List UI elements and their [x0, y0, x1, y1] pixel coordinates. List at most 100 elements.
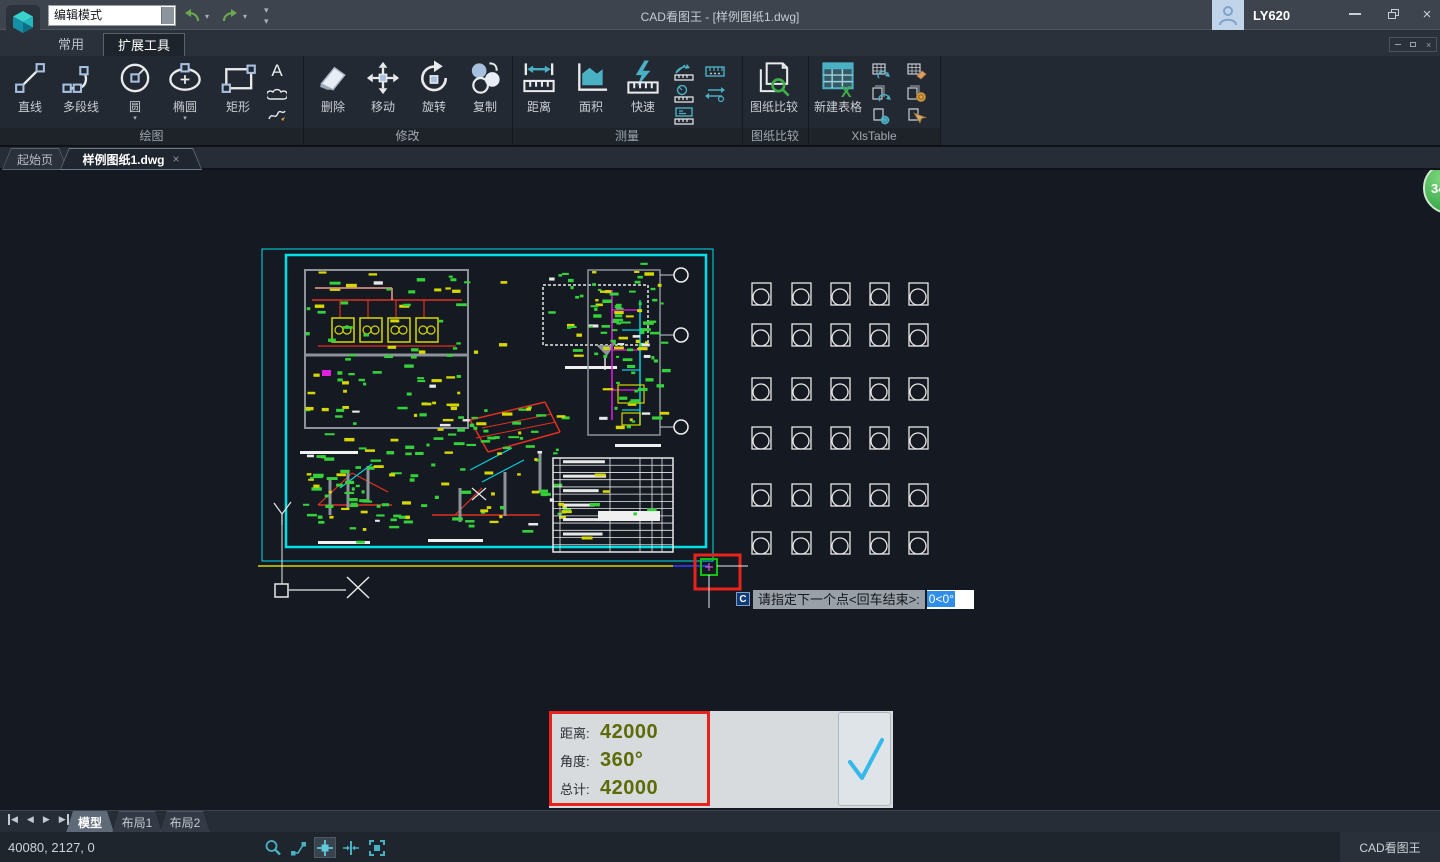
- sheets-pro-button[interactable]: [904, 83, 930, 105]
- table-erase-button[interactable]: [904, 61, 930, 83]
- rectangle-button[interactable]: 矩形: [213, 59, 263, 127]
- text-button[interactable]: A: [264, 60, 290, 82]
- doc-minimize-icon[interactable]: [1395, 44, 1401, 46]
- tab-layout2[interactable]: 布局2: [160, 811, 210, 833]
- prompt-text: 请指定下一个点<回车结束>:: [753, 590, 925, 609]
- tab-drawing[interactable]: 样例图纸1.dwg ×: [60, 148, 202, 170]
- app-name-label: CAD看图王: [1340, 832, 1440, 862]
- nav-first-icon[interactable]: ◀: [8, 814, 18, 825]
- document-window-controls: ×: [1389, 37, 1437, 52]
- polyline-button[interactable]: 多段线: [56, 59, 106, 127]
- snap-mode-icon[interactable]: [340, 837, 362, 858]
- svg-text:X: X: [841, 83, 852, 97]
- erase-button[interactable]: 删除: [308, 59, 358, 127]
- text-icon: A: [271, 61, 282, 81]
- document-tab-bar: 起始页 样例图纸1.dwg ×: [0, 147, 1440, 170]
- doc-close-icon[interactable]: ×: [1426, 40, 1431, 50]
- distance-label: 距离:: [560, 723, 600, 742]
- tab-home[interactable]: 常用: [44, 33, 98, 56]
- table-update-button[interactable]: [869, 61, 895, 83]
- coordinate-list-button[interactable]: [671, 105, 697, 127]
- person-icon: [1218, 4, 1238, 26]
- area-button[interactable]: 面积: [566, 59, 616, 127]
- circle-button[interactable]: 圆 ▾: [110, 59, 160, 127]
- ribbon-tab-row: 常用 扩展工具: [0, 30, 1440, 56]
- area-icon: [571, 59, 611, 97]
- distance-button[interactable]: 距离: [514, 59, 564, 127]
- circle-dropdown-icon[interactable]: ▾: [133, 115, 137, 122]
- nav-last-icon[interactable]: ▶: [59, 814, 69, 825]
- angle-row: 角度: 360°: [560, 749, 707, 772]
- rectangle-button-label: 矩形: [226, 98, 250, 115]
- move-button[interactable]: 移动: [358, 59, 408, 127]
- ruler-button[interactable]: [702, 61, 728, 83]
- doc-restore-icon[interactable]: [1410, 42, 1416, 47]
- copy-button[interactable]: 复制: [460, 59, 510, 127]
- confirm-button[interactable]: [838, 712, 891, 806]
- cad-viewer-window: 编辑模式 ▾ ▾ ▾▾ CAD看图王 - [样例图纸1.dwg] LY620: [0, 0, 1440, 862]
- ellipse-button-label: 椭圆: [173, 98, 197, 115]
- move-icon: [365, 59, 401, 97]
- group-label-measure: 测量: [512, 129, 742, 145]
- quick-measure-icon: [623, 59, 663, 97]
- drawing-compare-icon: [754, 59, 794, 97]
- freehand-button[interactable]: [264, 104, 290, 126]
- crosshair-mode-icon[interactable]: [314, 837, 336, 858]
- circle-icon: [117, 59, 153, 97]
- sheets-update-icon: [871, 85, 893, 103]
- tab-start-page[interactable]: 起始页: [2, 148, 68, 170]
- revision-cloud-button[interactable]: [264, 83, 290, 105]
- measure-result-panel: 距离: 42000 角度: 360° 总计: 42000: [549, 711, 893, 808]
- copy-button-label: 复制: [473, 98, 497, 115]
- tab-extended-tools[interactable]: 扩展工具: [103, 33, 185, 56]
- tab-layout1[interactable]: 布局1: [112, 811, 162, 833]
- group-label-modify: 修改: [303, 129, 512, 145]
- zoom-icon[interactable]: [262, 837, 284, 858]
- table-settings-button[interactable]: [869, 105, 895, 127]
- measure-result-highlight: 距离: 42000 角度: 360° 总计: 42000: [549, 711, 710, 806]
- quick-measure-button[interactable]: 快速: [618, 59, 668, 127]
- layout-tab-bar: ◀ ◀ ▶ ▶ 模型 布局1 布局2: [0, 810, 1440, 832]
- nav-next-icon[interactable]: ▶: [43, 814, 50, 825]
- username-label: LY620: [1253, 8, 1290, 23]
- distance-row: 距离: 42000: [560, 721, 707, 744]
- tab-model[interactable]: 模型: [66, 811, 114, 833]
- table-settings-icon: [871, 107, 893, 125]
- rotate-icon: [416, 59, 452, 97]
- table-erase-icon: [906, 63, 928, 81]
- fullscreen-icon[interactable]: [366, 837, 388, 858]
- minimize-button[interactable]: [1338, 0, 1372, 28]
- drawing-compare-button-label: 图纸比较: [750, 98, 798, 115]
- arc-measure-button[interactable]: [671, 83, 697, 105]
- arc-measure-icon: [673, 85, 695, 103]
- angle-measure-button[interactable]: [671, 61, 697, 83]
- close-button[interactable]: ×: [1410, 0, 1440, 28]
- app-logo: [6, 5, 40, 39]
- table-update-icon: [871, 63, 893, 81]
- table-pick-button[interactable]: [904, 105, 930, 127]
- total-label: 总计:: [560, 779, 600, 798]
- drawing-canvas[interactable]: 34 C 请指定下一个点<回车结束>: 0<0° 距离: 42000 角度: 3…: [0, 170, 1440, 810]
- user-avatar[interactable]: [1212, 0, 1244, 30]
- nav-prev-icon[interactable]: ◀: [27, 814, 34, 825]
- unit-convert-button[interactable]: [702, 83, 728, 105]
- tab-start-page-label: 起始页: [17, 151, 53, 168]
- new-table-button[interactable]: X 新建表格: [810, 59, 866, 127]
- layout-nav: ◀ ◀ ▶ ▶: [8, 814, 69, 825]
- cursor-coordinates: 40080, 2127, 0: [8, 840, 95, 855]
- ellipse-dropdown-icon[interactable]: ▾: [183, 115, 187, 122]
- erase-button-label: 删除: [321, 98, 345, 115]
- restore-button[interactable]: [1376, 0, 1410, 28]
- total-row: 总计: 42000: [560, 777, 707, 800]
- sheets-update-button[interactable]: [869, 83, 895, 105]
- tab-drawing-label: 样例图纸1.dwg: [82, 151, 164, 168]
- ellipse-button[interactable]: 椭圆 ▾: [160, 59, 210, 127]
- group-label-xlstable: XlsTable: [808, 129, 940, 145]
- line-button[interactable]: 直线: [5, 59, 55, 127]
- polyline-mode-icon[interactable]: [288, 837, 310, 858]
- rotate-button[interactable]: 旋转: [409, 59, 459, 127]
- tab-close-icon[interactable]: ×: [173, 152, 180, 166]
- drawing-compare-button[interactable]: 图纸比较: [746, 59, 802, 127]
- coordinate-input[interactable]: 0<0°: [927, 590, 974, 609]
- rotate-button-label: 旋转: [422, 98, 446, 115]
